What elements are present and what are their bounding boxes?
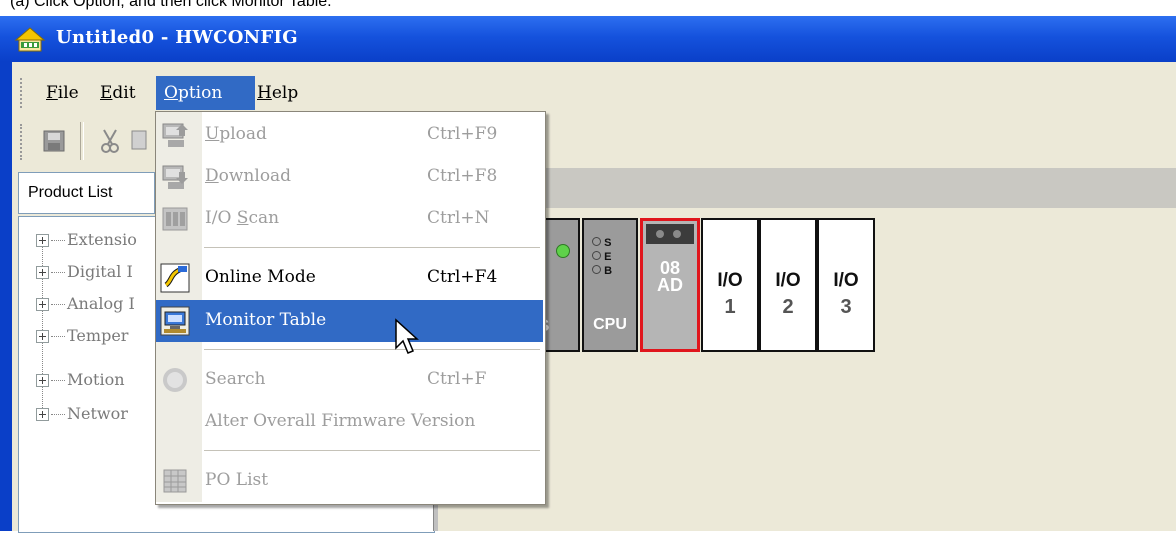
po-list-icon [163,469,187,493]
menu-item-search[interactable]: Search Ctrl+F [156,359,543,401]
tree-item[interactable]: Analog I [36,294,135,316]
expand-icon[interactable] [36,298,49,311]
menu-item-upload[interactable]: Upload Ctrl+F9 [156,114,543,156]
search-icon [163,368,187,392]
toolbar-grip [20,124,25,160]
tree-item[interactable]: Motion [36,370,125,392]
io-scan-icon [162,207,188,231]
window-frame [0,62,12,531]
tree-item[interactable]: Networ [36,404,128,426]
analog-module-08ad[interactable]: 08 AD [640,218,700,352]
online-mode-icon [160,263,190,293]
app-icon [14,27,46,52]
expand-icon[interactable] [36,330,49,343]
menu-separator [204,247,540,248]
menu-option[interactable]: Option [156,76,255,110]
mouse-cursor-icon [395,318,419,354]
tree-item[interactable]: Digital I [36,262,133,284]
menu-item-online-mode[interactable]: Online Mode Ctrl+F4 [156,257,543,299]
menu-item-download[interactable]: Download Ctrl+F8 [156,156,543,198]
expand-icon[interactable] [36,266,49,279]
expand-icon[interactable] [36,408,49,421]
cpu-module[interactable]: S E B CPU [582,218,638,352]
window-title: Untitled0 - HWCONFIG [56,27,298,48]
product-list-label: Product List [28,184,113,201]
copy-icon[interactable] [128,126,152,156]
menu-item-po-list[interactable]: PO List [156,460,543,502]
menu-item-io-scan[interactable]: I/O Scan Ctrl+N [156,198,543,240]
tree-item[interactable]: Extensio [36,230,137,252]
monitor-table-icon [160,306,190,336]
io-slot-2[interactable]: I/O 2 [759,218,817,352]
expand-icon[interactable] [36,374,49,387]
download-icon [162,165,188,189]
toolbar-separator [80,122,84,160]
caption: (a) Click Option, and then click Monitor… [0,0,1176,16]
upload-icon [162,123,188,147]
menu-separator [204,349,540,350]
menu-item-monitor-table[interactable]: Monitor Table [156,300,543,342]
menu-edit[interactable]: Edit [92,76,144,110]
menu-separator [204,450,540,451]
menubar-grip [20,78,25,108]
tree-item[interactable]: Temper [36,326,128,348]
io-slot-1[interactable]: I/O 1 [701,218,759,352]
menu-item-alter-firmware[interactable]: Alter Overall Firmware Version [156,401,543,443]
menu-help[interactable]: Help [249,76,306,110]
cut-icon[interactable] [96,126,124,156]
expand-icon[interactable] [36,234,49,247]
io-slot-3[interactable]: I/O 3 [817,218,875,352]
canvas-header [545,168,1176,208]
menu-file[interactable]: File [38,76,87,110]
save-icon[interactable] [40,126,68,156]
